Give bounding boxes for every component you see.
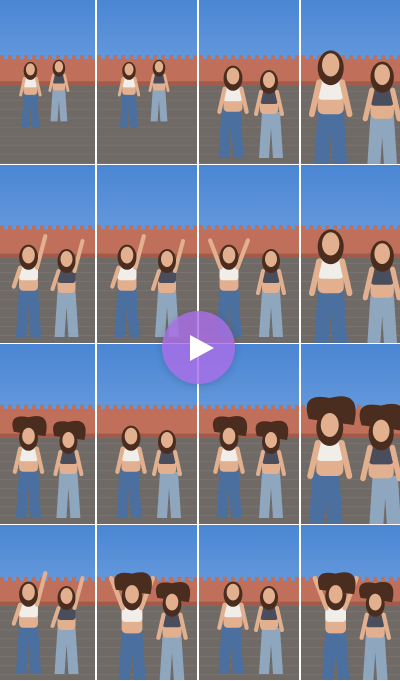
video-frame-thumbnail[interactable] [301,344,400,524]
frame-image [97,0,197,164]
video-frame-thumbnail[interactable] [0,525,95,680]
frame-image [0,165,95,343]
frame-image [199,525,299,680]
frame-image [301,525,400,680]
frame-image [199,0,299,164]
video-frame-thumbnail[interactable] [97,0,197,164]
video-frame-thumbnail[interactable] [199,0,299,164]
frame-image [301,344,400,524]
frame-image [0,0,95,164]
video-frame-thumbnail[interactable] [301,525,400,680]
play-icon [190,334,214,361]
frame-image [301,165,400,343]
frame-image [301,0,400,164]
video-frame-thumbnail[interactable] [0,165,95,343]
video-frame-thumbnail[interactable] [199,525,299,680]
video-frame-thumbnail[interactable] [0,344,95,524]
frame-image [0,344,95,524]
frame-image [97,525,197,680]
video-frame-thumbnail[interactable] [301,0,400,164]
video-frame-thumbnail[interactable] [0,0,95,164]
video-frame-thumbnail[interactable] [97,525,197,680]
video-frame-thumbnail[interactable] [301,165,400,343]
play-button[interactable] [162,311,235,384]
frame-image [0,525,95,680]
